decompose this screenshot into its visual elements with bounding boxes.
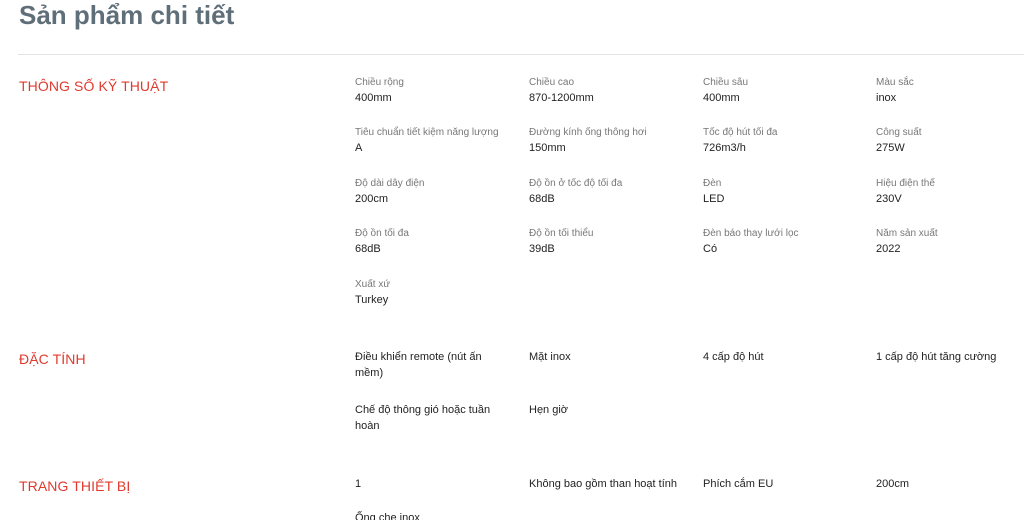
spec-label-filter-indicator: Đèn báo thay lưới lọc [703, 228, 799, 239]
spec-value-voltage: 230V [876, 193, 902, 205]
spec-label-max-suction: Tốc độ hút tối đa [703, 127, 778, 138]
spec-value-year: 2022 [876, 243, 901, 255]
spec-value-origin: Turkey [355, 294, 389, 306]
equipment-item-eu-plug: Phích cắm EU [703, 478, 774, 490]
spec-label-height: Chiều cao [529, 77, 575, 88]
page-title: Sản phẩm chi tiết [19, 0, 235, 30]
equipment-item-stainless-cover: Ống che inox [355, 512, 420, 520]
spec-value-energy-standard: A [355, 142, 363, 154]
spec-value-filter-indicator: Có [703, 243, 718, 255]
equipment-item-no-charcoal: Không bao gồm than hoạt tính [529, 478, 678, 490]
spec-value-noise-max: 68dB [355, 243, 381, 255]
spec-label-noise-min: Độ ồn tối thiểu [529, 228, 594, 239]
title-divider [18, 54, 1024, 55]
spec-label-power: Công suất [876, 127, 922, 138]
spec-value-power: 275W [876, 142, 905, 154]
spec-value-noise-max-speed: 68dB [529, 193, 555, 205]
spec-label-depth: Chiều sâu [703, 77, 749, 88]
equipment-item-quantity: 1 [355, 478, 362, 490]
product-detail-page: Sản phẩm chi tiết THÔNG SỐ KỸ THUẬT Chiề… [0, 0, 1024, 520]
spec-value-max-suction: 726m3/h [703, 142, 746, 154]
spec-value-noise-min: 39dB [529, 243, 555, 255]
section-title-equipment: TRANG THIẾT BỊ [19, 478, 131, 494]
spec-value-color: inox [876, 92, 897, 104]
spec-label-noise-max-speed: Độ ồn ở tốc độ tối đa [529, 178, 623, 189]
feature-item-vent-mode: Chế độ thông gió hoặc tuần hoàn [355, 404, 491, 432]
section-title-specs: THÔNG SỐ KỸ THUẬT [19, 78, 169, 94]
section-title-features: ĐẶC TÍNH [19, 351, 86, 367]
spec-value-light: LED [703, 193, 725, 205]
spec-label-color: Màu sắc [876, 77, 914, 88]
spec-value-vent-diameter: 150mm [529, 142, 566, 154]
spec-label-vent-diameter: Đường kính ống thông hơi [529, 127, 647, 138]
spec-label-origin: Xuất xứ [355, 279, 391, 290]
spec-label-noise-max: Độ ồn tối đa [355, 228, 409, 239]
equipment-item-cord: 200cm [876, 478, 910, 490]
spec-value-width: 400mm [355, 92, 392, 104]
spec-label-year: Năm sản xuất [876, 228, 938, 239]
spec-label-cord-length: Độ dài dây điện [355, 178, 425, 189]
feature-item-boost-level: 1 cấp độ hút tăng cường [876, 351, 997, 363]
spec-label-voltage: Hiệu điện thế [876, 178, 935, 189]
feature-item-remote: Điều khiển remote (nút ấn mềm) [355, 351, 482, 379]
feature-item-stainless-face: Mặt inox [529, 351, 571, 363]
spec-label-width: Chiều rộng [355, 77, 404, 88]
spec-label-energy-standard: Tiêu chuẩn tiết kiệm năng lượng [355, 127, 499, 138]
spec-label-light: Đèn [703, 178, 722, 189]
spec-value-cord-length: 200cm [355, 193, 389, 205]
spec-value-depth: 400mm [703, 92, 740, 104]
feature-item-suction-levels: 4 cấp độ hút [703, 351, 764, 363]
feature-item-timer: Hẹn giờ [529, 404, 569, 416]
spec-value-height: 870-1200mm [529, 92, 594, 104]
